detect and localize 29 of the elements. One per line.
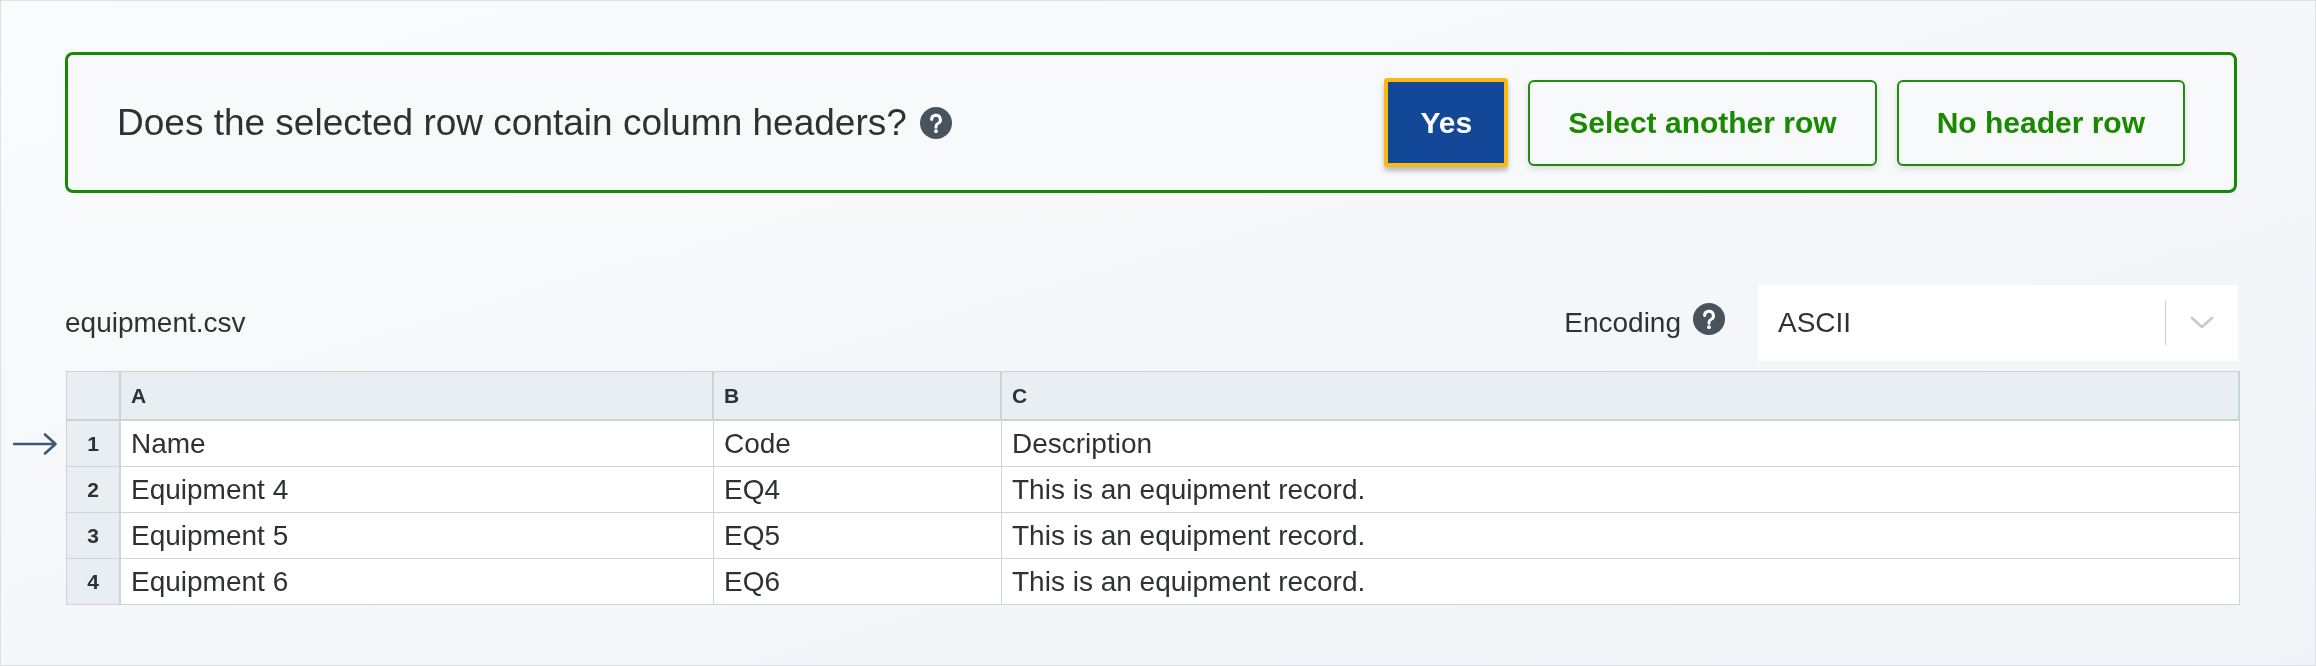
prompt-button[interactable]: Select another row bbox=[1528, 79, 1877, 166]
table-cell: Name bbox=[121, 421, 714, 467]
encoding-select[interactable]: ASCII bbox=[1758, 285, 2238, 361]
table-cell: Equipment 6 bbox=[121, 559, 714, 605]
question-text: Does the selected row contain column headers? bbox=[117, 104, 907, 141]
column-header[interactable]: B bbox=[714, 372, 1002, 421]
row-number[interactable]: 3 bbox=[67, 513, 121, 559]
table-cell: EQ4 bbox=[714, 467, 1002, 513]
chevron-down-icon bbox=[2190, 316, 2214, 330]
table-cell: EQ6 bbox=[714, 559, 1002, 605]
column-header[interactable]: A bbox=[121, 372, 714, 421]
table-cell: Code bbox=[714, 421, 1002, 467]
column-header[interactable]: C bbox=[1002, 372, 2240, 421]
prompt-button[interactable]: No header row bbox=[1896, 79, 2185, 166]
help-icon[interactable] bbox=[919, 106, 952, 139]
row-number[interactable]: 1 bbox=[67, 421, 121, 467]
row-number[interactable]: 2 bbox=[67, 467, 121, 513]
table-cell: Description bbox=[1002, 421, 2240, 467]
row-number[interactable]: 4 bbox=[67, 559, 121, 605]
file-name: equipment.csv bbox=[65, 309, 246, 337]
encoding-label: Encoding bbox=[1564, 309, 1681, 337]
table-cell: This is an equipment record. bbox=[1002, 513, 2240, 559]
help-icon[interactable] bbox=[1693, 303, 1725, 335]
table-cell: This is an equipment record. bbox=[1002, 559, 2240, 605]
prompt-button[interactable]: Yes bbox=[1384, 78, 1509, 167]
table-cell: EQ5 bbox=[714, 513, 1002, 559]
table-cell: Equipment 5 bbox=[121, 513, 714, 559]
table-cell: This is an equipment record. bbox=[1002, 467, 2240, 513]
table-cell: Equipment 4 bbox=[121, 467, 714, 513]
